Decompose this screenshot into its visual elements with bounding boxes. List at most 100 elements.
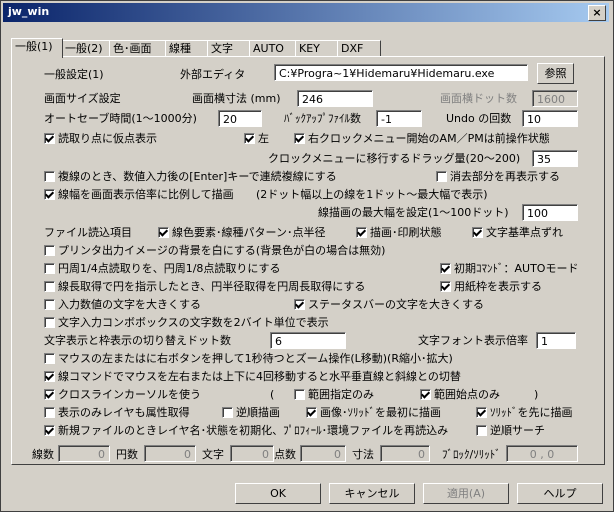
display-layer-attr-checkbox[interactable]: 表示のみレイヤも属性取得 xyxy=(44,406,190,420)
drag-amount-label: クロックメニューに移行するドラッグ量(20～200) xyxy=(268,152,521,165)
range-only-checkbox[interactable]: 範囲指定のみ xyxy=(294,388,374,402)
point-count-label: 点数 xyxy=(274,448,296,461)
check-icon xyxy=(44,133,55,144)
circle-quarter-checkbox[interactable]: 円周1/4点読取りを、円周1/8点読取りにする xyxy=(44,262,281,276)
screen-width-dots-field: 1600 xyxy=(532,90,578,107)
undo-field[interactable]: 10 xyxy=(522,110,578,127)
check-icon xyxy=(44,389,55,400)
backup-count-label: ﾊﾞｯｸｱｯﾌﾟﾌｧｲﾙ数 xyxy=(284,112,361,125)
text-count-label: 文字 xyxy=(202,448,224,461)
check-icon xyxy=(420,389,431,400)
check-icon xyxy=(440,263,451,274)
tab-key[interactable]: KEY xyxy=(295,40,339,57)
line-width-scale-note: (2ドット幅以上の線を1ドット～最大幅で表示) xyxy=(256,188,488,201)
show-paper-frame-checkbox[interactable]: 用紙枠を表示する xyxy=(440,280,542,294)
check-icon xyxy=(306,407,317,418)
new-file-init-checkbox[interactable]: 新規ファイルのときレイヤ名･状態を初期化、ﾌﾟﾛﾌｨｰﾙ･環境ファイルを再読込み xyxy=(44,424,448,438)
dimension-count-label: 寸法 xyxy=(352,448,374,461)
frame-switch-field[interactable]: 6 xyxy=(270,332,346,349)
tab-dxf[interactable]: DXF xyxy=(337,40,381,57)
screen-size-label: 画面サイズ設定 xyxy=(44,92,121,105)
right-clock-menu-checkbox[interactable]: 右クロックメニュー開始のAM／PMは前操作状態 xyxy=(294,132,550,146)
check-icon xyxy=(294,133,305,144)
initial-cmd-auto-checkbox[interactable]: 初期ｺﾏﾝﾄﾞ：AUTOモード xyxy=(440,262,578,276)
block-solid-count-label: ﾌﾞﾛｯｸ/ｿﾘｯﾄﾞ xyxy=(442,448,501,461)
cancel-button[interactable]: キャンセル xyxy=(329,483,415,504)
screen-width-dots-label: 画面横ドット数 xyxy=(440,92,517,105)
check-icon xyxy=(294,299,305,310)
left-checkbox[interactable]: 左 xyxy=(244,132,269,146)
autosave-field[interactable]: 20 xyxy=(218,110,262,127)
left-button-zoom-checkbox[interactable]: マウスの左またはに右ボタンを押して1秒待つとズーム操作(L移動)(R縮小･拡大) xyxy=(44,352,453,366)
max-width-field[interactable]: 100 xyxy=(522,204,578,221)
window-title: jw_win xyxy=(8,5,50,18)
tab-panel-general-1: 一般設定(1) 外部エディタ C:¥Progra~1¥Hidemaru¥Hide… xyxy=(11,56,605,465)
ok-button[interactable]: OK xyxy=(235,483,321,504)
frame-switch-label: 文字表示と枠表示の切り替えドット数 xyxy=(44,334,231,347)
copy-enter-checkbox[interactable]: 複線のとき、数値入力後の[Enter]キーで連続複線にする xyxy=(44,170,337,184)
line-cmd-mouse-checkbox[interactable]: 線コマンドでマウスを左右または上下に4回移動すると水平垂直線と斜線との切替 xyxy=(44,370,461,384)
line-color-pattern-checkbox[interactable]: 線色要素･線種パターン･点半径 xyxy=(158,226,325,240)
external-editor-field[interactable]: C:¥Progra~1¥Hidemaru¥Hidemaru.exe xyxy=(274,64,528,81)
enlarge-status-text-checkbox[interactable]: ステータスバーの文字を大きくする xyxy=(294,298,484,312)
check-icon xyxy=(44,425,55,436)
screen-width-mm-field[interactable]: 246 xyxy=(297,90,373,107)
check-icon xyxy=(472,227,483,238)
paren-open: ( xyxy=(270,388,275,401)
tab-general-2[interactable]: 一般(2) xyxy=(61,40,111,57)
font-display-scale-field[interactable]: 1 xyxy=(536,332,576,349)
file-read-label: ファイル読込項目 xyxy=(44,226,132,239)
undo-label: Undo の回数 xyxy=(446,112,512,125)
paren-close: ) xyxy=(534,388,539,401)
tab-general-1[interactable]: 一般(1) xyxy=(11,38,63,58)
crossline-cursor-checkbox[interactable]: クロスラインカーソルを使う xyxy=(44,388,201,402)
circle-count-label: 円数 xyxy=(116,448,138,461)
solid-first-checkbox[interactable]: ｿﾘｯﾄﾞを先に描画 xyxy=(476,406,573,420)
text-count-field: 0 xyxy=(230,445,274,462)
external-editor-label: 外部エディタ xyxy=(180,68,246,81)
dimension-count-field: 0 xyxy=(380,445,430,462)
check-icon xyxy=(244,133,255,144)
circle-count-field: 0 xyxy=(144,445,196,462)
read-temp-point-checkbox[interactable]: 読取り点に仮点表示 xyxy=(44,132,157,146)
combo-2byte-checkbox[interactable]: 文字入力コンボボックスの文字数を2バイト単位で表示 xyxy=(44,316,329,330)
point-count-field: 0 xyxy=(300,445,346,462)
line-count-field: 0 xyxy=(58,445,110,462)
max-width-label: 線描画の最大幅を設定(1～100ドット) xyxy=(318,206,509,219)
check-icon xyxy=(44,371,55,382)
line-length-circle-checkbox[interactable]: 線長取得で円を指示したとき、円半径取得を円周長取得にする xyxy=(44,280,365,294)
browse-button[interactable]: 参照 xyxy=(537,63,574,84)
line-count-label: 線数 xyxy=(32,448,54,461)
text-base-shift-checkbox[interactable]: 文字基準点ずれ xyxy=(472,226,563,240)
enlarge-input-text-checkbox[interactable]: 入力数値の文字を大きくする xyxy=(44,298,201,312)
check-icon xyxy=(158,227,169,238)
autosave-label: オートセーブ時間(1～1000分) xyxy=(44,112,197,125)
drag-amount-field[interactable]: 35 xyxy=(532,150,578,167)
reverse-draw-checkbox[interactable]: 逆順描画 xyxy=(222,406,280,420)
check-icon xyxy=(44,189,55,200)
backup-count-field[interactable]: -1 xyxy=(376,110,422,127)
section-title: 一般設定(1) xyxy=(44,68,104,81)
font-display-scale-label: 文字フォント表示倍率 xyxy=(418,334,528,347)
apply-button[interactable]: 適用(A) xyxy=(423,483,509,504)
check-icon xyxy=(476,407,487,418)
line-width-scale-checkbox[interactable]: 線幅を画面表示倍率に比例して描画 xyxy=(44,188,234,202)
check-icon xyxy=(356,227,367,238)
screen-width-mm-label: 画面横寸法 (mm) xyxy=(192,92,281,105)
help-button[interactable]: ヘルプ xyxy=(517,483,603,504)
range-start-only-checkbox[interactable]: 範囲始点のみ xyxy=(420,388,500,402)
tab-color-screen[interactable]: 色･画面 xyxy=(109,40,167,57)
block-solid-count-field: 0 , 0 xyxy=(506,445,578,462)
tab-line-type[interactable]: 線種 xyxy=(165,40,209,57)
settings-window: jw_win × 一般(1) 一般(2) 色･画面 線種 文字 AUTO KEY… xyxy=(0,0,614,512)
tab-auto[interactable]: AUTO xyxy=(249,40,297,57)
close-icon[interactable]: × xyxy=(588,5,606,21)
redisplay-erased-checkbox[interactable]: 消去部分を再表示する xyxy=(436,170,560,184)
title-bar: jw_win × xyxy=(3,3,609,22)
image-solid-first-checkbox[interactable]: 画像･ｿﾘｯﾄﾞを最初に描画 xyxy=(306,406,441,420)
tab-text[interactable]: 文字 xyxy=(207,40,251,57)
check-icon xyxy=(440,281,451,292)
drawing-print-checkbox[interactable]: 描画･印刷状態 xyxy=(356,226,442,240)
print-bg-white-checkbox[interactable]: プリンタ出力イメージの背景を白にする(背景色が白の場合は無効) xyxy=(44,244,385,258)
reverse-search-checkbox[interactable]: 逆順サーチ xyxy=(476,424,545,438)
